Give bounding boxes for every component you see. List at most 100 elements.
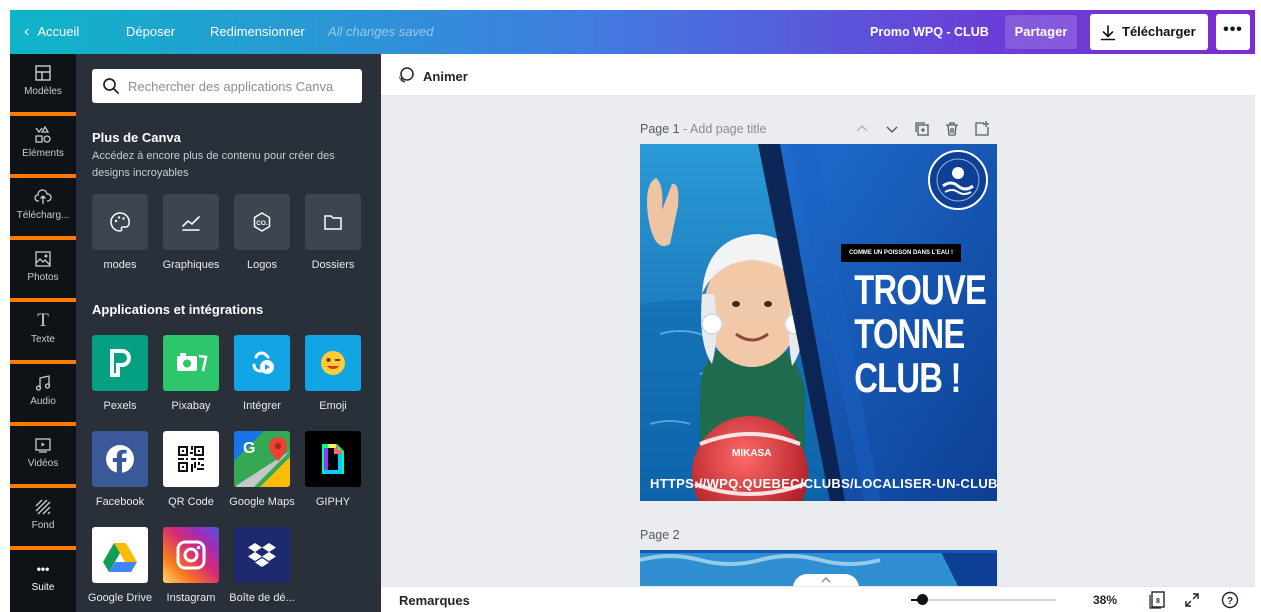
notes-button[interactable]: Remarques (399, 593, 470, 608)
logo-glyph: CO. (256, 220, 268, 227)
move-page-down-button[interactable] (883, 120, 901, 138)
duplicate-icon (915, 122, 929, 136)
download-label: Télécharger (1122, 24, 1196, 39)
videos-icon (35, 438, 51, 453)
search-box (92, 69, 362, 103)
folder-icon (324, 215, 342, 230)
background-icon (35, 499, 51, 515)
rail-label: Suite (31, 582, 55, 593)
facebook-icon (106, 445, 134, 473)
page-1-label: Page 1 (640, 122, 680, 136)
rail-item-photos[interactable]: Photos (10, 240, 76, 298)
rail-label: Vidéos (27, 458, 59, 469)
app-label: Pixabay (171, 400, 211, 412)
app-qr-code[interactable] (163, 431, 219, 487)
fullscreen-button[interactable] (1183, 591, 1201, 612)
editor-toolbar: Animer (381, 54, 1255, 96)
download-button[interactable]: Télécharger (1090, 14, 1208, 50)
app-label: Google Maps (229, 496, 295, 508)
rail-label: Éléments (22, 148, 64, 159)
file-menu-button[interactable]: Déposer (126, 10, 175, 54)
design-headline-3: CLUB ! (854, 354, 961, 401)
more-icon: ••• (36, 562, 50, 576)
qr-code-icon (178, 446, 204, 472)
svg-text:G: G (243, 440, 255, 457)
animate-label: Animer (423, 69, 468, 84)
help-glyph: ? (1227, 596, 1233, 607)
rail-item-more[interactable]: ••• Suite (10, 550, 76, 608)
rail-item-audio[interactable]: Audio (10, 364, 76, 422)
expand-icon (1185, 593, 1199, 607)
rail-item-videos[interactable]: Vidéos (10, 426, 76, 484)
canvas-workspace: Page 1 - Add page title MIKASA COMME UN … (381, 96, 1255, 586)
delete-page-button[interactable] (943, 120, 961, 138)
rail-label: Texte (31, 334, 55, 345)
app-embed[interactable] (234, 335, 290, 391)
rail-label: Modèles (24, 86, 62, 97)
rail-label: Audio (30, 396, 56, 407)
animate-button[interactable]: Animer (397, 66, 468, 84)
chevron-up-icon (821, 577, 831, 583)
rail-item-elements[interactable]: Éléments (10, 116, 76, 174)
design-title[interactable]: Promo WPQ - CLUB (870, 10, 989, 54)
audio-icon (35, 375, 51, 391)
design-headline-1: TROUVE (854, 266, 987, 313)
app-google-drive[interactable] (92, 527, 148, 583)
page-count-button[interactable]: 8 (1147, 591, 1167, 612)
help-icon: ? (1221, 591, 1239, 609)
resize-button[interactable]: Redimensionner (210, 10, 305, 54)
rail-item-uploads[interactable]: Télécharg... (10, 178, 76, 236)
apps-panel: Plus de Canva Accédez à encore plus de c… (76, 54, 381, 612)
top-bar: ‹ Accueil Déposer Redimensionner All chan… (10, 10, 1255, 54)
app-emoji[interactable] (305, 335, 361, 391)
instagram-icon (176, 540, 206, 570)
more-canva-description: Accédez à encore plus de contenu pour cr… (92, 150, 335, 179)
palette-icon (110, 212, 130, 232)
app-label: QR Code (168, 496, 214, 508)
tile-folders[interactable] (305, 194, 361, 250)
app-label: Instagram (166, 592, 216, 604)
trash-icon (946, 122, 958, 136)
app-google-maps[interactable]: G (234, 431, 290, 487)
tile-charts[interactable] (163, 194, 219, 250)
chevron-up-icon (856, 124, 868, 132)
app-pexels[interactable] (92, 335, 148, 391)
app-giphy[interactable] (305, 431, 361, 487)
tile-modes[interactable] (92, 194, 148, 250)
zoom-slider-thumb[interactable] (917, 594, 928, 605)
search-input[interactable] (128, 69, 354, 103)
page-title-input[interactable]: - Add page title (680, 122, 766, 136)
tile-label: Graphiques (162, 259, 220, 271)
design-headline-2: TONNE (854, 310, 965, 357)
zoom-slider-track[interactable] (911, 599, 1056, 601)
move-page-up-button[interactable] (853, 120, 871, 138)
app-instagram[interactable] (163, 527, 219, 583)
rail-item-background[interactable]: Fond (10, 488, 76, 546)
tile-label: Dossiers (311, 259, 355, 271)
tile-label: Logos (247, 259, 277, 271)
zoom-level[interactable]: 38% (1093, 593, 1117, 607)
expand-pages-handle[interactable] (793, 574, 859, 586)
text-icon: T (37, 310, 49, 331)
share-button[interactable]: Partager (1005, 15, 1077, 49)
giphy-icon (322, 444, 344, 474)
dropbox-icon (248, 543, 276, 567)
home-button[interactable]: ‹ Accueil (24, 10, 79, 54)
add-page-button[interactable] (973, 120, 991, 138)
rail-label: Photos (27, 272, 59, 283)
app-facebook[interactable] (92, 431, 148, 487)
app-label: Intégrer (243, 400, 281, 412)
more-canva-title: Plus de Canva (92, 130, 181, 145)
more-options-button[interactable]: ••• (1216, 14, 1250, 50)
rail-item-text[interactable]: T Texte (10, 302, 76, 360)
app-label: Facebook (95, 496, 145, 508)
tile-logos[interactable]: CO. (234, 194, 290, 250)
app-pixabay[interactable] (163, 335, 219, 391)
app-label: GIPHY (315, 496, 351, 508)
rail-item-templates[interactable]: Modèles (10, 54, 76, 112)
design-page-1[interactable]: MIKASA COMME UN POISSON DANS L'EAU ! TRO… (640, 144, 997, 501)
duplicate-page-button[interactable] (913, 120, 931, 138)
app-dropbox[interactable] (234, 527, 290, 583)
help-button[interactable]: ? (1221, 591, 1239, 612)
pixabay-icon (177, 353, 208, 372)
